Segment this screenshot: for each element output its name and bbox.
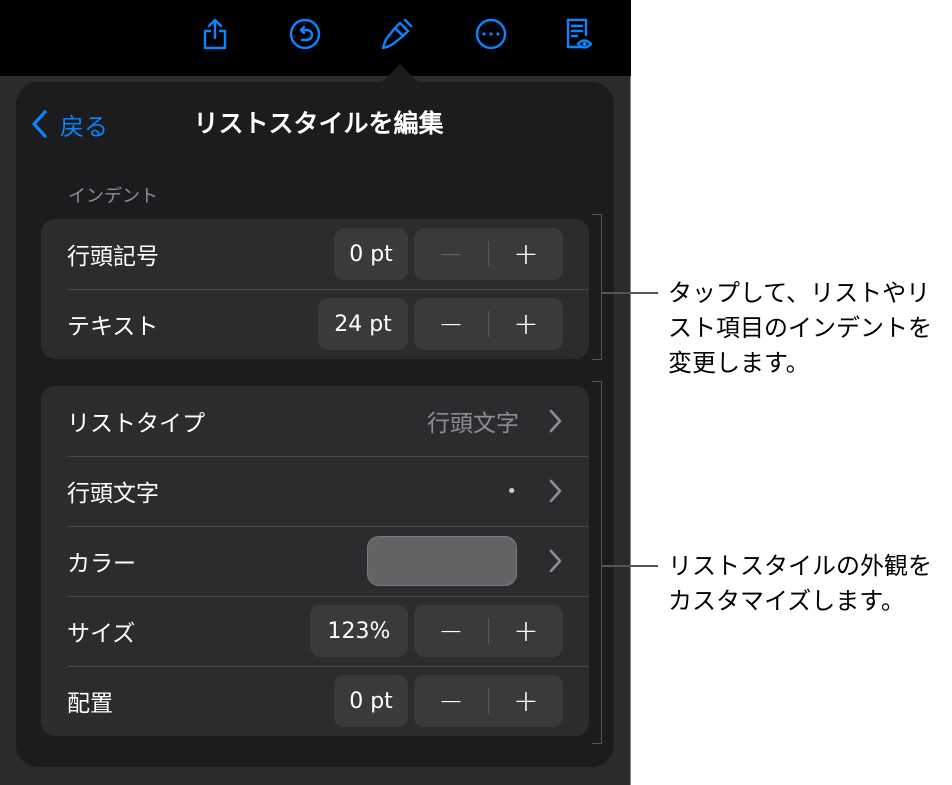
undo-button[interactable] xyxy=(283,12,327,56)
decrement-button[interactable]: − xyxy=(414,675,488,727)
row-label: サイズ xyxy=(67,621,136,647)
increment-button[interactable]: + xyxy=(489,298,563,350)
format-brush-icon xyxy=(381,18,413,50)
row-label: カラー xyxy=(67,551,136,577)
decrement-button[interactable]: − xyxy=(414,605,488,657)
increment-button[interactable]: + xyxy=(489,605,563,657)
callout-line: タップして、リストやリ xyxy=(668,279,931,307)
popover-title: リストスタイルを編集 xyxy=(193,109,444,138)
list-type-row[interactable]: リストタイプ 行頭文字 xyxy=(41,386,589,456)
indent-row-bullet: 行頭記号 0 pt − + xyxy=(41,219,589,289)
list-style-group: リストタイプ 行頭文字 行頭文字 • カラー サイズ 123% − + 配置 0… xyxy=(41,386,589,736)
size-row: サイズ 123% − + xyxy=(41,596,589,666)
popover-arrow xyxy=(381,64,419,83)
decrement-button[interactable]: − xyxy=(414,228,488,280)
row-label: 行頭記号 xyxy=(67,244,159,270)
row-label: 行頭文字 xyxy=(67,481,159,507)
color-row[interactable]: カラー xyxy=(41,526,589,596)
increment-button[interactable]: + xyxy=(489,228,563,280)
decrement-button[interactable]: − xyxy=(414,298,488,350)
bullet-indent-value[interactable]: 0 pt xyxy=(334,228,408,280)
undo-icon xyxy=(289,18,321,50)
indent-callout: タップして、リストやリ スト項目のインデントを 変更します。 xyxy=(668,276,932,381)
row-label: テキスト xyxy=(67,314,159,340)
share-icon xyxy=(203,18,227,50)
indent-leader-line xyxy=(602,292,658,294)
more-button[interactable] xyxy=(469,12,513,56)
reading-view-button[interactable] xyxy=(556,12,600,56)
callout-line: カスタマイズします。 xyxy=(668,587,905,615)
style-bracket xyxy=(592,381,602,744)
size-value[interactable]: 123% xyxy=(310,605,408,657)
text-indent-value[interactable]: 24 pt xyxy=(318,298,408,350)
chevron-right-icon xyxy=(549,409,562,433)
alignment-value[interactable]: 0 pt xyxy=(334,675,408,727)
callout-line: リストスタイルの外観を xyxy=(668,552,932,580)
reading-view-icon xyxy=(566,18,593,49)
more-icon xyxy=(475,18,507,50)
callout-line: スト項目のインデントを xyxy=(668,314,932,342)
bullet-value: • xyxy=(506,480,517,502)
callout-line: 変更します。 xyxy=(668,349,810,377)
increment-button[interactable]: + xyxy=(489,675,563,727)
list-type-value: 行頭文字 xyxy=(427,411,519,437)
bullet-row[interactable]: 行頭文字 • xyxy=(41,456,589,526)
size-stepper: − + xyxy=(414,605,563,657)
row-label: リストタイプ xyxy=(67,411,205,437)
indent-group: 行頭記号 0 pt − + テキスト 24 pt − + xyxy=(41,219,589,359)
indent-bracket xyxy=(592,214,602,360)
style-leader-line xyxy=(602,565,658,567)
alignment-row: 配置 0 pt − + xyxy=(41,666,589,736)
chevron-right-icon xyxy=(549,479,562,503)
bullet-indent-stepper: − + xyxy=(414,228,563,280)
color-swatch[interactable] xyxy=(367,536,517,586)
row-label: 配置 xyxy=(67,691,113,717)
style-callout: リストスタイルの外観を カスタマイズします。 xyxy=(668,549,932,619)
format-button[interactable] xyxy=(375,12,419,56)
chevron-right-icon xyxy=(549,549,562,573)
section-label-indent: インデント xyxy=(68,186,158,207)
indent-row-text: テキスト 24 pt − + xyxy=(41,289,589,359)
alignment-stepper: − + xyxy=(414,675,563,727)
share-button[interactable] xyxy=(193,12,237,56)
text-indent-stepper: − + xyxy=(414,298,563,350)
